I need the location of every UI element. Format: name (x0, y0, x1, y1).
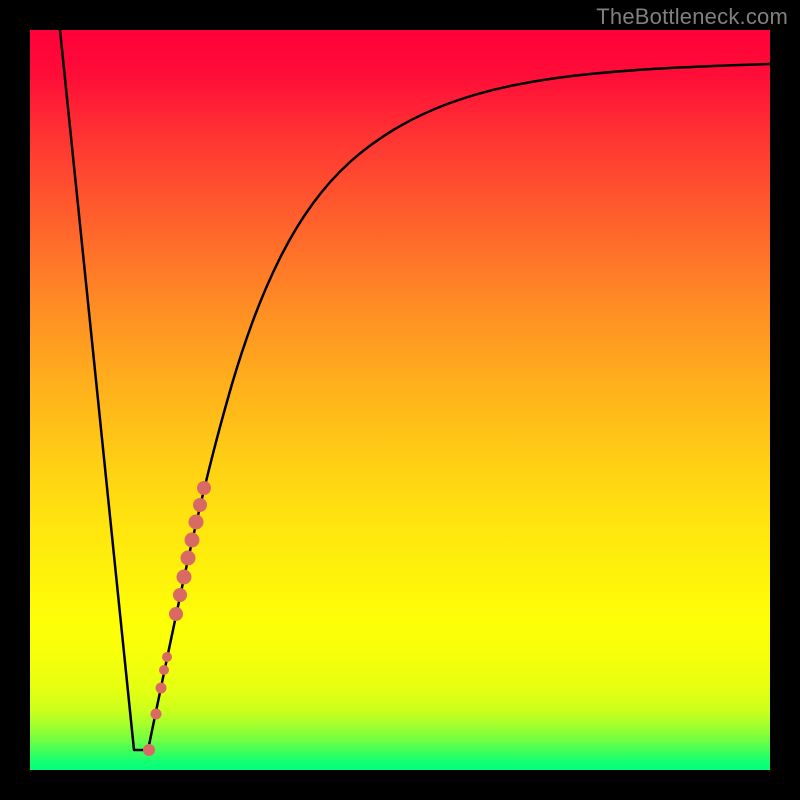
data-dot (173, 588, 187, 602)
data-dot (177, 570, 192, 585)
data-dot (169, 607, 183, 621)
chart-frame: TheBottleneck.com (0, 0, 800, 800)
data-dot (181, 551, 196, 566)
data-dot (162, 652, 172, 662)
data-dot (159, 665, 169, 675)
curve-path (60, 30, 770, 750)
data-dot (151, 709, 162, 720)
data-dot (193, 498, 207, 512)
data-dot (156, 683, 167, 694)
data-dot (143, 744, 155, 756)
data-dot (185, 533, 200, 548)
watermark-text: TheBottleneck.com (596, 4, 788, 30)
plot-area (30, 30, 770, 770)
data-dot (197, 481, 211, 495)
chart-overlay (30, 30, 770, 770)
data-dot (189, 515, 204, 530)
data-dots (143, 481, 211, 756)
bottleneck-curve (60, 30, 770, 750)
